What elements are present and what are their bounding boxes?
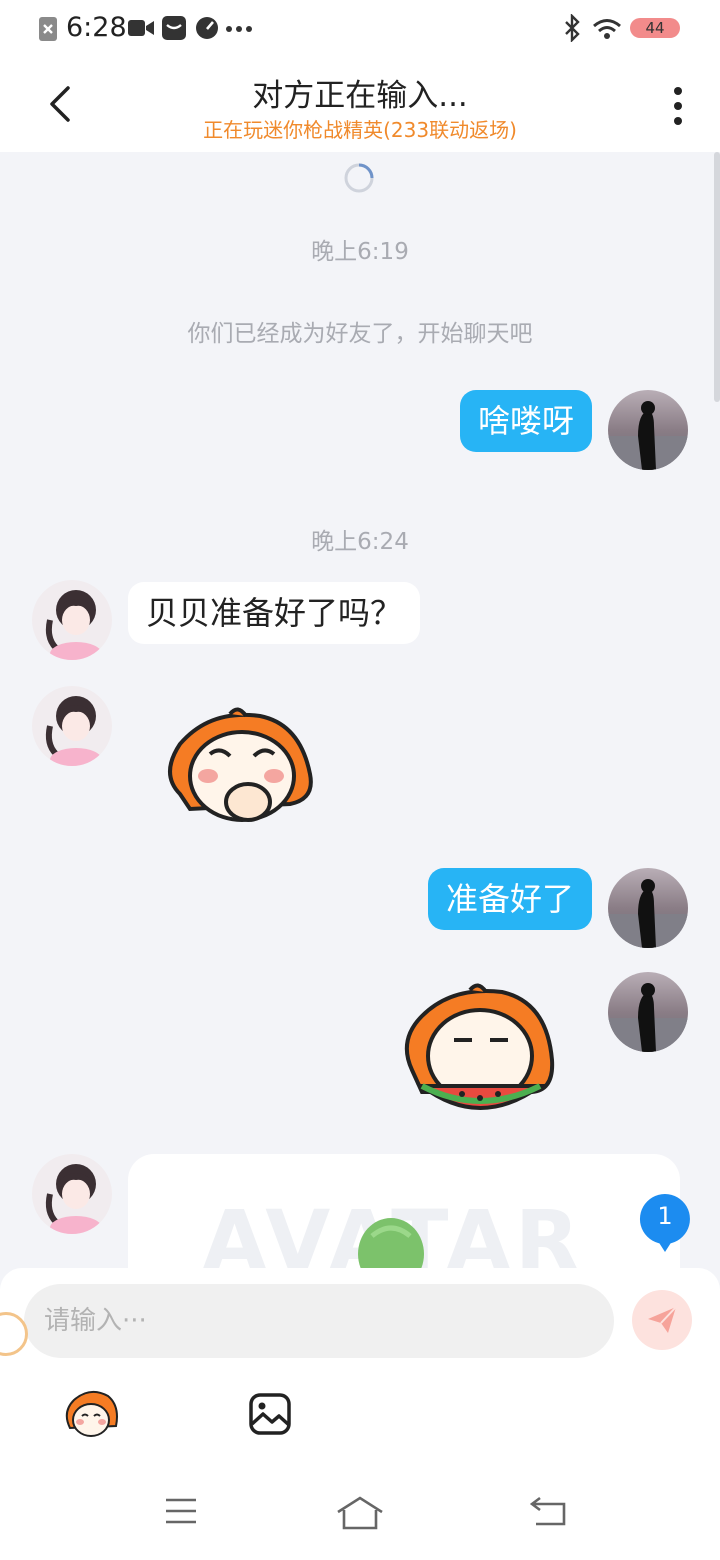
- watermelon-sticker[interactable]: [392, 980, 562, 1126]
- playing-status: 正在玩迷你枪战精英(233联动返场): [203, 118, 517, 142]
- unread-count: 1: [657, 1202, 673, 1230]
- loading-spinner-icon: [344, 163, 374, 193]
- input-bar: [0, 1268, 720, 1560]
- status-bar: 6:28 44: [0, 0, 720, 56]
- avatar-preview-image: [358, 1218, 424, 1268]
- my-avatar[interactable]: [608, 972, 688, 1052]
- avatar-share-card[interactable]: AVATAR: [128, 1154, 680, 1268]
- my-avatar[interactable]: [608, 868, 688, 948]
- friend-avatar[interactable]: [32, 1154, 112, 1234]
- send-button[interactable]: [632, 1290, 692, 1350]
- my-avatar[interactable]: [608, 390, 688, 470]
- friend-avatar[interactable]: [32, 580, 112, 660]
- battery-icon: 44: [630, 18, 680, 38]
- message-icon: [162, 16, 186, 40]
- timestamp: 晚上6:24: [311, 529, 409, 555]
- scrollbar[interactable]: [714, 152, 720, 402]
- system-message: 你们已经成为好友了，开始聊天吧: [187, 321, 533, 347]
- menu-icon[interactable]: [164, 1496, 198, 1526]
- clock: 6:28: [66, 12, 127, 43]
- bluetooth-icon: [565, 14, 580, 42]
- incoming-message-bubble[interactable]: 贝贝准备好了吗？: [128, 582, 421, 644]
- wifi-icon: [593, 19, 621, 39]
- page-title: 对方正在输入...: [252, 78, 468, 114]
- video-icon: [128, 20, 154, 36]
- message-input[interactable]: [24, 1284, 614, 1358]
- more-dots-icon: [226, 26, 252, 32]
- chat-area[interactable]: 晚上6:19 你们已经成为好友了，开始聊天吧 啥喽呀 晚上6:24 贝贝准备好了…: [0, 152, 720, 1268]
- battery-level: 44: [645, 19, 665, 37]
- outgoing-message-bubble[interactable]: 准备好了: [427, 868, 592, 930]
- send-icon: [648, 1306, 677, 1333]
- home-icon[interactable]: [336, 1496, 384, 1530]
- speed-icon: [196, 17, 218, 39]
- image-icon[interactable]: [248, 1392, 292, 1436]
- laughing-sticker[interactable]: [150, 704, 320, 834]
- notification-x-icon: [39, 17, 57, 41]
- chat-header: 对方正在输入... 正在玩迷你枪战精英(233联动返场): [0, 56, 720, 152]
- back-nav-icon[interactable]: [530, 1496, 566, 1526]
- unread-message-badge[interactable]: 1: [638, 1192, 692, 1256]
- emoji-sticker-icon[interactable]: [62, 1388, 120, 1440]
- outgoing-message-bubble[interactable]: 啥喽呀: [459, 390, 592, 452]
- more-vertical-icon[interactable]: [670, 86, 686, 126]
- friend-avatar[interactable]: [32, 686, 112, 766]
- timestamp: 晚上6:19: [311, 239, 409, 265]
